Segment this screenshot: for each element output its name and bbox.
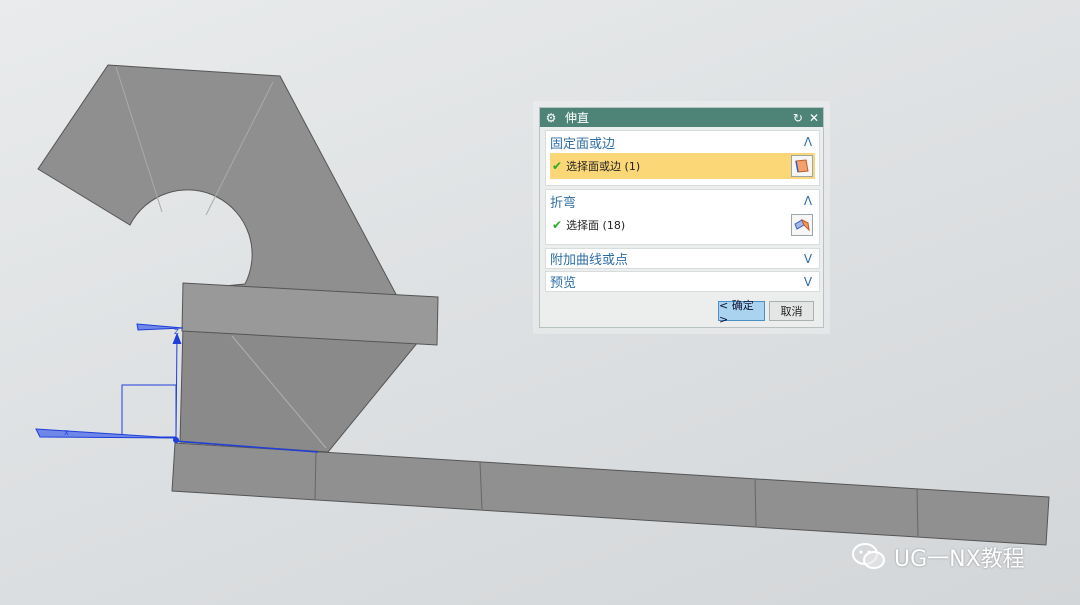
group-preview-header[interactable]: 预览 ᐯ [546,272,819,292]
close-icon[interactable]: ✕ [809,111,819,125]
lower-plane [35,428,177,439]
select-face-row[interactable]: ✔ 选择面 (18) [550,212,815,238]
x-axis-label: X [64,429,69,437]
watermark-text: UG一NX教程 [894,547,1025,572]
dialog-titlebar[interactable]: ⚙ 伸直 ↻ ✕ [540,108,823,127]
face-select-icon[interactable] [791,155,813,177]
group-preview: 预览 ᐯ [545,271,820,292]
group-bend-header[interactable]: 折弯 ᐱ [546,190,819,212]
check-icon: ✔ [552,159,563,173]
origin-point [173,437,179,443]
group-bend: 折弯 ᐱ ✔ 选择面 (18) [545,189,820,245]
chevron-down-icon[interactable]: ᐯ [801,275,815,289]
bend-select-icon[interactable] [791,214,813,236]
chevron-up-icon[interactable]: ᐱ [801,194,815,208]
cancel-button[interactable]: 取消 [769,301,814,321]
group-additional-curves-label: 附加曲线或点 [550,253,629,268]
z-axis-label: Z [174,328,179,336]
upper-fan-face[interactable] [37,64,399,299]
select-face-or-edge-label: 选择面或边 (1) [566,160,641,173]
group-fixed-face-label: 固定面或边 [550,136,616,152]
group-bend-label: 折弯 [550,195,577,211]
gear-icon[interactable]: ⚙ [543,111,559,125]
dialog-title: 伸直 [565,111,590,125]
ok-button[interactable]: < 确定 > [718,299,765,326]
reset-icon[interactable]: ↻ [793,111,803,125]
watermark: UG一NX教程 [850,540,1025,574]
group-preview-label: 预览 [550,276,577,291]
group-additional-curves: 附加曲线或点 ᐯ [545,248,820,269]
select-face-or-edge-row[interactable]: ✔ 选择面或边 (1) [550,153,815,179]
csys-box [121,384,177,438]
wechat-icon [852,543,885,569]
straighten-dialog: ⚙ 伸直 ↻ ✕ 固定面或边 ᐱ ✔ 选择面或边 (1) 折弯 ᐱ ✔ 选择面 … [539,107,824,328]
group-fixed-face: 固定面或边 ᐱ ✔ 选择面或边 (1) [545,130,820,186]
group-additional-curves-header[interactable]: 附加曲线或点 ᐯ [546,249,819,269]
chevron-up-icon[interactable]: ᐱ [801,135,815,149]
select-face-label: 选择面 (18) [566,219,626,232]
chevron-down-icon[interactable]: ᐯ [801,252,815,266]
group-fixed-face-header[interactable]: 固定面或边 ᐱ [546,131,819,153]
check-icon: ✔ [552,218,563,232]
